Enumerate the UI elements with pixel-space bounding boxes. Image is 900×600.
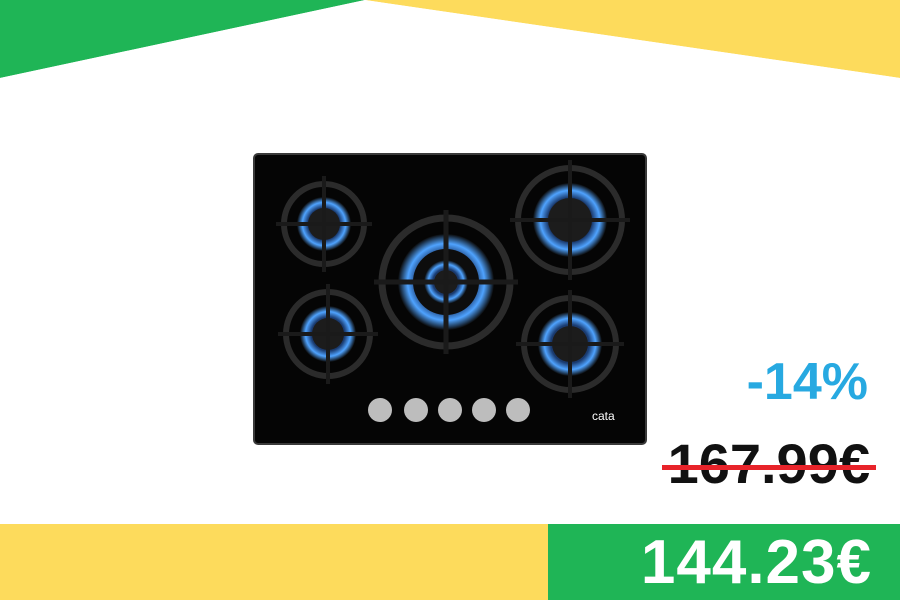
- old-price-text: 167.99€: [667, 432, 870, 495]
- brand-logo: cata: [592, 409, 615, 423]
- current-price: 144.23€: [640, 528, 872, 597]
- old-price-container: 167.99€: [661, 432, 876, 496]
- discount-label: -14%: [746, 353, 868, 411]
- price-box: 144.23€: [548, 524, 900, 600]
- strikethrough-line: [661, 465, 876, 470]
- top-banner: [0, 0, 900, 78]
- bottom-banner-yellow: [0, 524, 548, 600]
- old-price: 167.99€: [661, 432, 876, 496]
- gas-hob-icon: cata: [253, 153, 647, 445]
